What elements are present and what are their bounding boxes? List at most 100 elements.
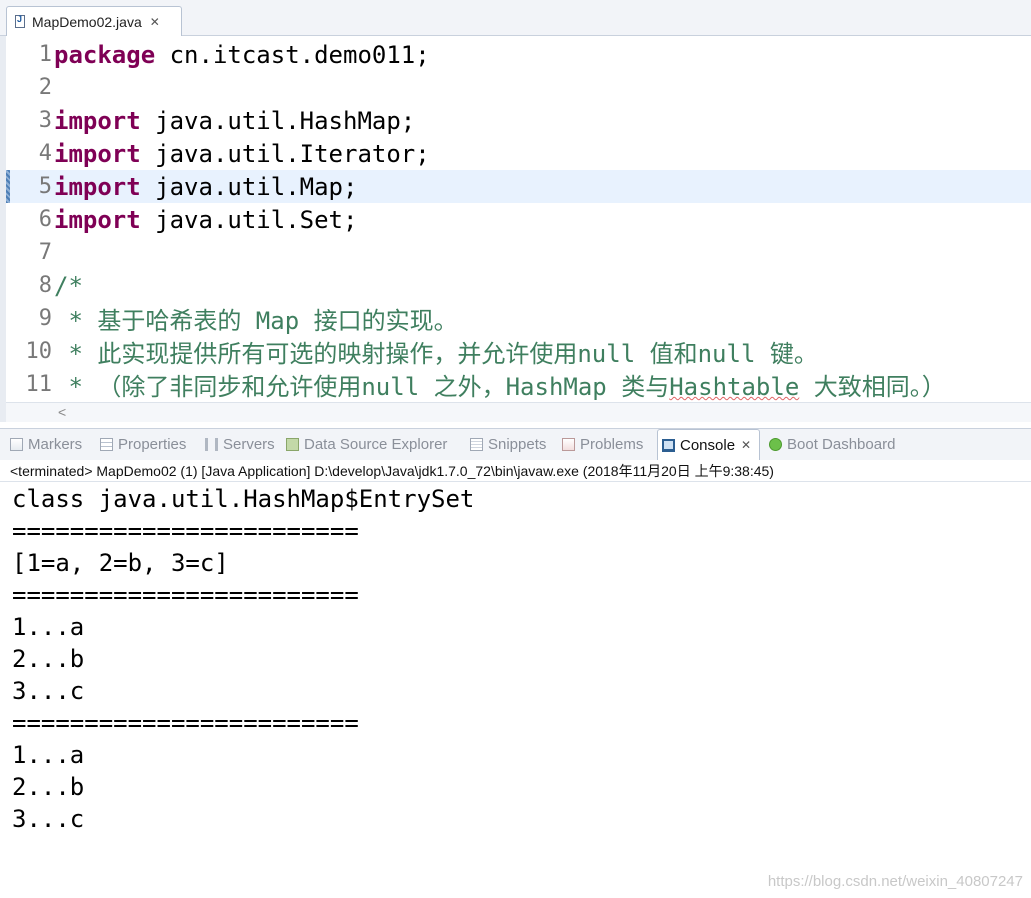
keyword: import [54,139,141,168]
comment-code: null [697,340,756,368]
line-number: 4 [38,141,52,166]
comment-segment: 大致相同。） [799,373,946,401]
code-line[interactable]: 2 [6,71,1031,104]
code-text: java.util.Set; [140,205,358,234]
console-line: 3...c [12,677,85,705]
properties-icon [100,438,113,451]
code-text: java.util.Iterator; [140,139,430,168]
console-line: ======================== [12,581,359,609]
comment-code: Map [255,307,300,335]
comment-text: * 此实现提供所有可选的映射操作，并允许使用null 值和null 键。 [52,334,818,369]
comment-text: /* [54,271,83,300]
java-file-icon [15,14,25,28]
console-line: 2...b [12,773,85,801]
views-tab-bar: Markers Properties Servers Data Source E… [0,428,1031,460]
problems-icon [562,438,575,451]
code-line[interactable]: 4 import java.util.Iterator; [6,137,1031,170]
line-number: 5 [38,174,52,199]
comment-code: null [361,373,420,401]
comment-segment: * 此实现提供所有可选的映射操作，并允许使用 [54,340,578,368]
tab-label: Data Source Explorer [304,436,448,453]
tab-markers[interactable]: Markers [10,429,82,460]
markers-icon [10,438,23,451]
comment-segment: 键。 [755,340,818,368]
editor-tab-mapdemo02[interactable]: MapDemo02.java ✕ [6,6,182,36]
code-line[interactable]: 3 import java.util.HashMap; [6,104,1031,137]
code-line[interactable]: 6 import java.util.Set; [6,203,1031,236]
console-line: [1=a, 2=b, 3=c] [12,549,229,577]
code-text: java.util.Map; [140,172,358,201]
line-number: 10 [25,339,53,364]
line-number: 6 [38,207,52,232]
console-line: 3...c [12,805,85,833]
code-line[interactable]: 10 * 此实现提供所有可选的映射操作，并允许使用null 值和null 键。 [6,335,1031,368]
keyword: package [54,40,156,69]
code-editor[interactable]: 1 package cn.itcast.demo011; 2 3 import … [0,36,1031,422]
line-number: 1 [38,42,52,67]
tab-problems[interactable]: Problems [562,429,643,460]
keyword: import [54,106,141,135]
code-text: java.util.HashMap; [140,106,416,135]
comment-text: * （除了非同步和允许使用null 之外，HashMap 类与Hashtable… [52,367,946,402]
servers-icon [205,438,218,451]
keyword: import [54,205,141,234]
tab-snippets[interactable]: Snippets [470,429,546,460]
console-status: <terminated> MapDemo02 (1) [Java Applica… [0,460,1031,482]
close-icon[interactable]: ✕ [150,15,160,29]
scroll-left-arrow-icon[interactable]: < [58,404,66,420]
line-number: 2 [38,75,52,100]
tab-label: Servers [223,436,275,453]
comment-segment: 类与 [606,373,670,401]
code-line[interactable]: 9 * 基于哈希表的 Map 接口的实现。 [6,302,1031,335]
database-icon [286,438,299,451]
editor-tab-title: MapDemo02.java [32,13,142,30]
comment-segment: 值和 [635,340,698,368]
console-line: class java.util.HashMap$EntrySet [12,485,475,513]
line-number: 9 [38,306,52,331]
tab-boot-dashboard[interactable]: Boot Dashboard [769,429,895,460]
snippets-icon [470,438,483,451]
code-line[interactable]: 11 * （除了非同步和允许使用null 之外，HashMap 类与Hashta… [6,368,1031,401]
tab-properties[interactable]: Properties [100,429,186,460]
console-line: ======================== [12,517,359,545]
comment-segment: * 基于哈希表的 [54,307,256,335]
code-line[interactable]: 1 package cn.itcast.demo011; [6,38,1031,71]
line-number: 7 [38,240,52,265]
horizontal-scrollbar[interactable]: < [6,402,1031,422]
current-line-marker [6,170,10,203]
console-icon [662,438,675,452]
code-line-current[interactable]: 5 import java.util.Map; [6,170,1031,203]
line-number: 3 [38,108,52,133]
tab-data-source-explorer[interactable]: Data Source Explorer [286,429,447,460]
line-number: 8 [38,273,52,298]
comment-text: * 基于哈希表的 Map 接口的实现。 [52,301,458,336]
tab-label: Boot Dashboard [787,436,896,453]
boot-dashboard-icon [769,438,782,451]
comment-code-misspelled: Hashtable [669,373,800,401]
tab-label: Console [680,436,736,454]
console-line: 2...b [12,645,85,673]
comment-code: null [577,340,636,368]
editor-tab-bar: MapDemo02.java ✕ [0,0,1031,36]
code-text: cn.itcast.demo011; [155,40,430,69]
tab-label: Snippets [488,436,547,453]
comment-code: HashMap [505,373,607,401]
comment-segment: 接口的实现。 [299,307,458,335]
tab-label: Markers [28,436,83,453]
tab-label: Properties [118,436,187,453]
close-icon[interactable]: ✕ [741,438,751,452]
code-line[interactable]: 8 /* [6,269,1031,302]
comment-segment: 之外， [419,373,506,401]
console-line: 1...a [12,613,85,641]
tab-console[interactable]: Console ✕ [657,429,761,460]
tab-servers[interactable]: Servers [205,429,275,460]
tab-label: Problems [580,436,644,453]
line-number: 11 [25,372,53,397]
console-line: 1...a [12,741,85,769]
watermark: https://blog.csdn.net/weixin_40807247 [767,873,1023,890]
console-line: ======================== [12,709,359,737]
comment-segment: * （除了非同步和允许使用 [54,373,362,401]
keyword: import [54,172,141,201]
code-line[interactable]: 7 [6,236,1031,269]
console-output[interactable]: class java.util.HashMap$EntrySet =======… [0,483,1031,898]
